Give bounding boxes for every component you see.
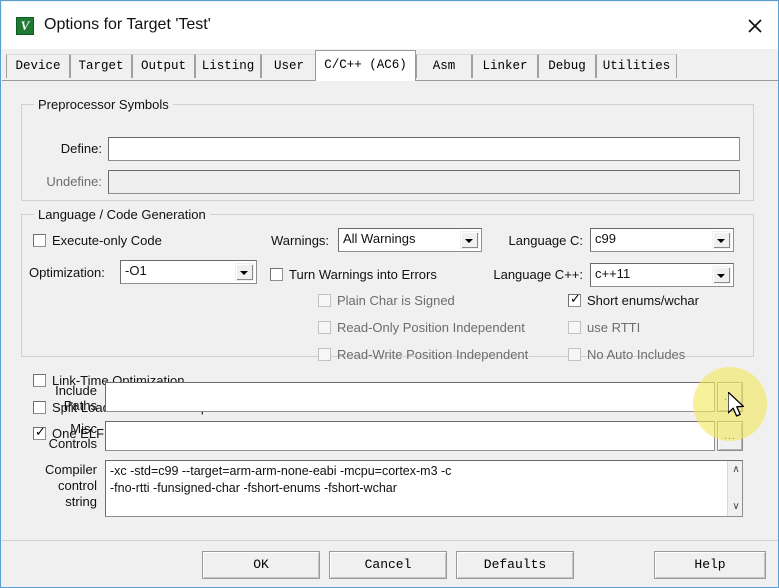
compiler-control-string-label-line3: string [65, 494, 97, 509]
undefine-label: Undefine: [46, 174, 102, 189]
tab-output[interactable]: Output [132, 54, 195, 78]
tab-page-c-cpp: Preprocessor Symbols Define: Undefine: L… [2, 80, 778, 540]
define-label: Define: [60, 141, 102, 156]
include-paths-browse-button[interactable]: ... [717, 382, 743, 412]
checkbox-plain-char-is-signed-box [318, 294, 331, 307]
tab-device[interactable]: Device [6, 54, 70, 78]
ok-button[interactable]: OK [202, 551, 320, 579]
chevron-down-icon[interactable] [712, 266, 731, 284]
chevron-down-icon[interactable] [235, 263, 254, 281]
misc-controls-label-line2: Controls [48, 436, 97, 451]
compiler-control-string-label-line2: control [57, 478, 97, 493]
options-for-target-dialog: V Options for Target 'Test' Device Targe… [0, 0, 779, 588]
misc-controls-label-line1: Misc [70, 421, 97, 436]
include-paths-input[interactable] [105, 382, 715, 412]
check-icon: ✓ [570, 291, 581, 306]
tab-user[interactable]: User [261, 54, 317, 78]
uvision-app-icon-glyph: V [20, 18, 30, 33]
language-cpp-select[interactable]: c++11 [590, 263, 734, 287]
close-button[interactable] [731, 3, 778, 47]
misc-controls-browse-button[interactable]: ... [717, 421, 743, 451]
compiler-control-string-line1: -xc -std=c99 --target=arm-arm-none-eabi … [110, 464, 452, 478]
define-input[interactable] [108, 137, 740, 161]
tab-linker[interactable]: Linker [472, 54, 538, 78]
checkbox-no-auto-includes-label: No Auto Includes [587, 347, 686, 362]
help-button[interactable]: Help [654, 551, 766, 579]
checkbox-read-only-position-independent-box [318, 321, 331, 334]
uvision-app-icon: V [16, 17, 34, 35]
dialog-footer: OK Cancel Defaults Help [2, 540, 778, 587]
language-cpp-label: Language C++: [493, 267, 583, 282]
language-c-select[interactable]: c99 [590, 228, 734, 252]
include-paths-label: Include Paths [22, 383, 97, 413]
undefine-input[interactable] [108, 170, 740, 194]
tab-c-cpp-ac6[interactable]: C/C++ (AC6) [315, 50, 416, 81]
optimization-label: Optimization: [29, 265, 105, 280]
compiler-control-string-label: Compiler control string [16, 462, 97, 510]
tab-strip: Device Target Output Listing User C/C++ … [2, 49, 778, 81]
optimization-select-value: -O1 [125, 263, 147, 278]
checkbox-plain-char-is-signed-label: Plain Char is Signed [337, 293, 455, 308]
chevron-down-icon[interactable] [460, 231, 479, 249]
language-cpp-select-value: c++11 [595, 266, 631, 281]
optimization-select[interactable]: -O1 [120, 260, 257, 284]
compiler-control-string-textarea[interactable]: -xc -std=c99 --target=arm-arm-none-eabi … [105, 460, 743, 517]
scroll-up-icon[interactable]: ∧ [728, 462, 742, 478]
include-paths-label-line2: Paths [63, 398, 97, 413]
window-title: Options for Target 'Test' [44, 16, 211, 33]
scroll-down-icon[interactable]: ∨ [728, 499, 742, 515]
defaults-button[interactable]: Defaults [456, 551, 574, 579]
tab-target[interactable]: Target [70, 54, 132, 78]
misc-controls-input[interactable] [105, 421, 715, 451]
chevron-down-icon[interactable] [712, 231, 731, 249]
checkbox-short-enums-wchar-label: Short enums/wchar [587, 293, 699, 308]
language-code-generation-group-label: Language / Code Generation [34, 207, 210, 222]
checkbox-turn-warnings-into-errors-label: Turn Warnings into Errors [289, 267, 437, 282]
warnings-select-value: All Warnings [343, 231, 416, 246]
tab-debug[interactable]: Debug [538, 54, 596, 78]
warnings-label: Warnings: [271, 233, 330, 248]
cancel-button[interactable]: Cancel [329, 551, 447, 579]
language-c-select-value: c99 [595, 231, 616, 246]
checkbox-turn-warnings-into-errors-box [270, 268, 283, 281]
title-bar: V Options for Target 'Test' [2, 2, 778, 49]
tab-listing[interactable]: Listing [195, 54, 261, 78]
compiler-control-string-label-line1: Compiler [44, 462, 97, 477]
language-c-label: Language C: [508, 233, 583, 248]
checkbox-no-auto-includes-box [568, 348, 581, 361]
close-icon [748, 19, 762, 33]
checkbox-use-rtti-box [568, 321, 581, 334]
checkbox-execute-only-code-box [33, 234, 46, 247]
warnings-select[interactable]: All Warnings [338, 228, 482, 252]
checkbox-execute-only-code-label: Execute-only Code [52, 233, 162, 248]
compiler-control-string-line2: -fno-rtti -funsigned-char -fshort-enums … [110, 481, 397, 495]
preprocessor-symbols-group-label: Preprocessor Symbols [34, 97, 173, 112]
tab-utilities[interactable]: Utilities [596, 54, 677, 78]
checkbox-read-write-position-independent-box [318, 348, 331, 361]
misc-controls-label: Misc Controls [22, 421, 97, 451]
tab-asm[interactable]: Asm [416, 54, 472, 78]
checkbox-use-rtti-label: use RTTI [587, 320, 641, 335]
checkbox-read-write-position-independent-label: Read-Write Position Independent [337, 347, 529, 362]
compiler-control-string-scrollbar[interactable]: ∧ ∨ [727, 461, 742, 516]
include-paths-label-line1: Include [55, 383, 97, 398]
checkbox-read-only-position-independent-label: Read-Only Position Independent [337, 320, 525, 335]
